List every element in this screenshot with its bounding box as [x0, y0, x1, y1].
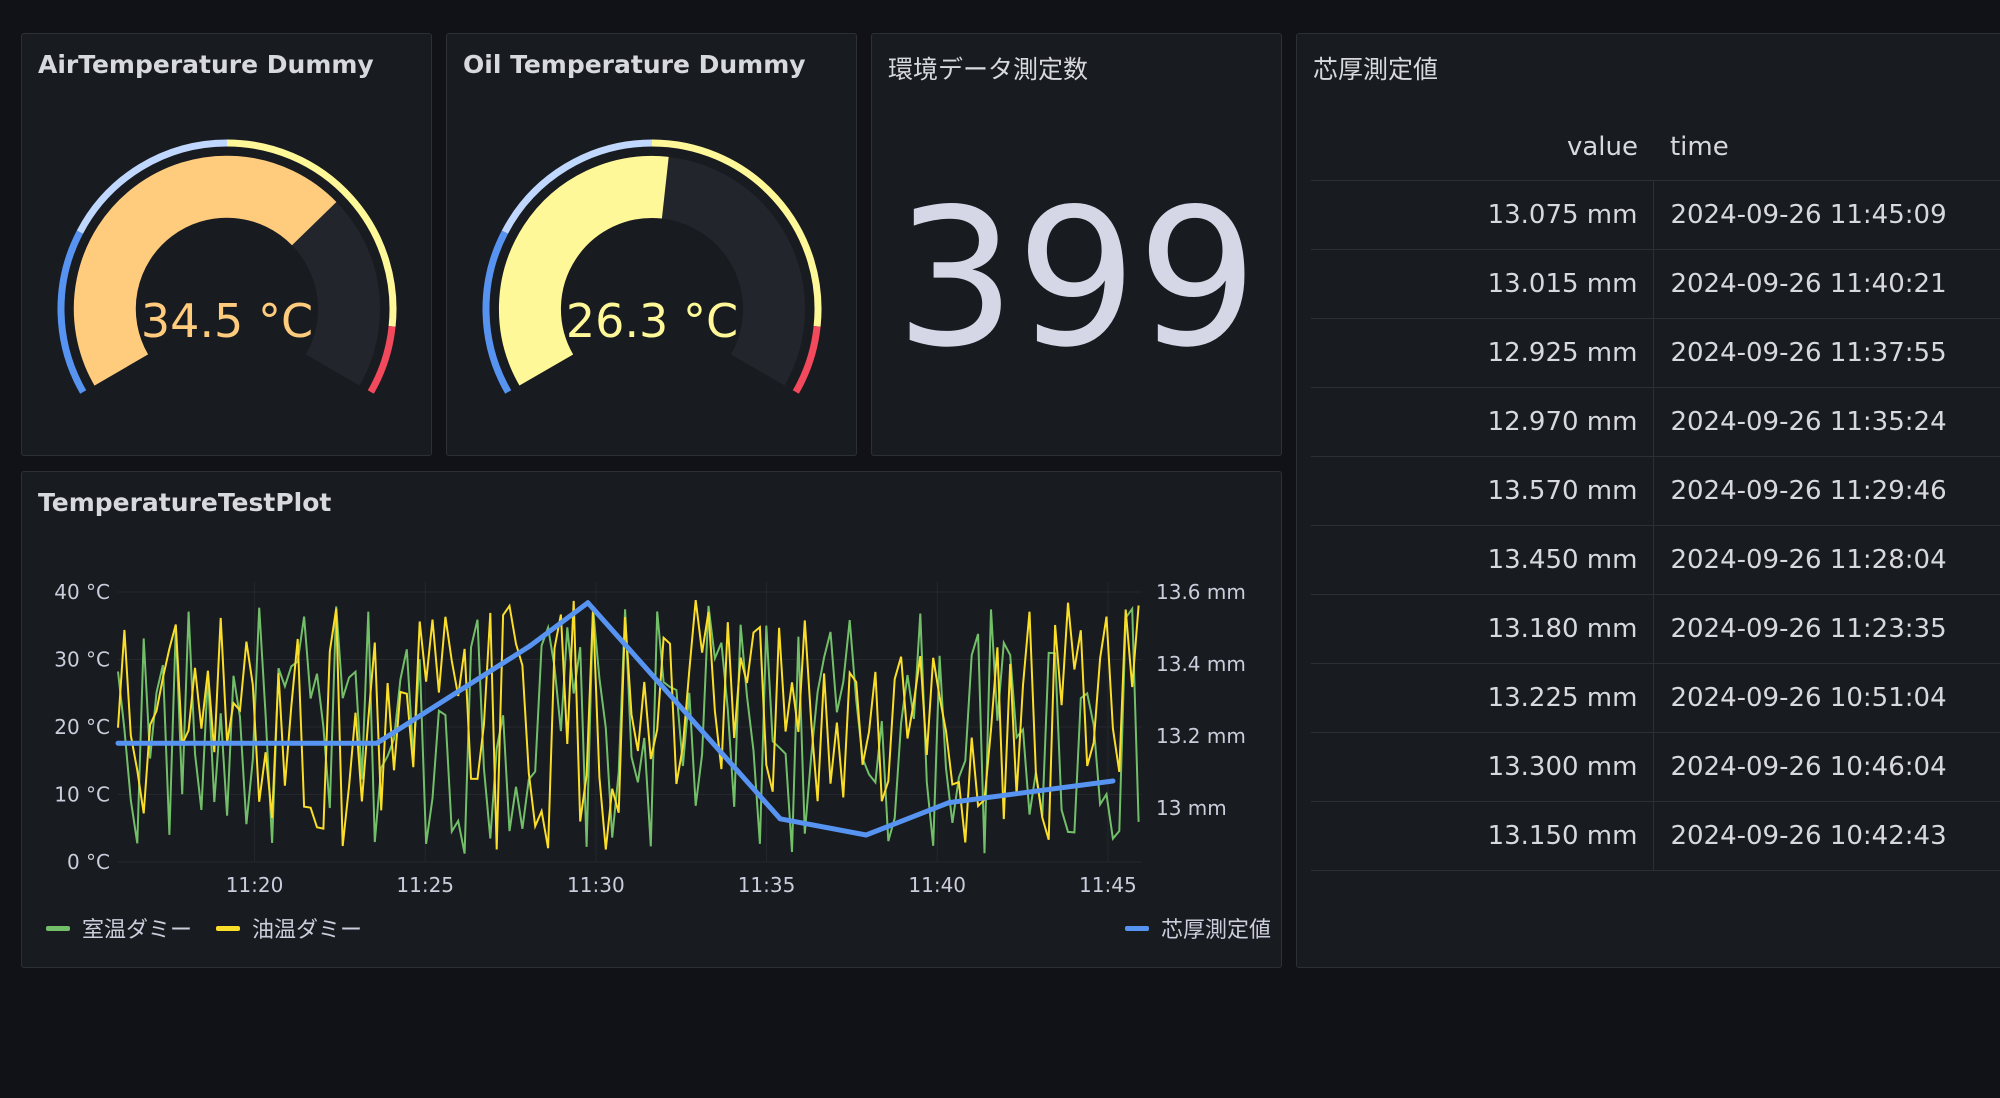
- cell-value: 13.075 mm: [1311, 180, 1655, 250]
- x-tick-label: 11:30: [567, 873, 625, 897]
- gauge-value-text: 34.5 °C: [141, 294, 313, 348]
- y-right-tick-label: 13.6 mm: [1156, 580, 1246, 604]
- cell-time: 2024-09-26 11:23:35: [1653, 594, 2000, 664]
- x-tick-label: 11:35: [738, 873, 796, 897]
- column-header-time[interactable]: time: [1653, 114, 2000, 181]
- cell-value: 13.300 mm: [1311, 732, 1655, 802]
- oil-temperature-gauge: 26.3 °C: [482, 139, 822, 394]
- legend-left: 室温ダミー 油温ダミー: [46, 912, 386, 944]
- y-left-tick-label: 20 °C: [54, 715, 110, 739]
- cell-value: 13.450 mm: [1311, 525, 1655, 595]
- cell-value: 13.225 mm: [1311, 663, 1655, 733]
- y-left-tick-label: 30 °C: [54, 648, 110, 672]
- series-point-core-thickness: [527, 643, 533, 649]
- oil-temperature-panel[interactable]: Oil Temperature Dummy 26.3 °C: [446, 33, 857, 456]
- table-row[interactable]: 13.225 mm 2024-09-26 10:51:04: [1311, 663, 2000, 733]
- column-header-value[interactable]: value: [1311, 114, 1654, 181]
- series-point-core-thickness: [374, 740, 380, 746]
- legend-item-room-temp[interactable]: 室温ダミー: [46, 912, 192, 944]
- table-row[interactable]: 13.300 mm 2024-09-26 10:46:04: [1311, 732, 2000, 802]
- cell-time: 2024-09-26 11:28:04: [1653, 525, 2000, 595]
- legend-right: 芯厚測定値: [1124, 912, 1271, 944]
- cell-time: 2024-09-26 10:51:04: [1653, 663, 2000, 733]
- series-point-core-thickness: [585, 600, 591, 606]
- series-point-core-thickness: [1110, 778, 1116, 784]
- cell-value: 13.180 mm: [1311, 594, 1655, 664]
- data-table: value time 13.075 mm 2024-09-26 11:45:09 1…: [1311, 114, 2000, 871]
- cell-time: 2024-09-26 11:37:55: [1653, 318, 2000, 388]
- x-tick-label: 11:45: [1079, 873, 1137, 897]
- cell-time: 2024-09-26 11:35:24: [1653, 387, 2000, 457]
- table-row[interactable]: 12.970 mm 2024-09-26 11:35:24: [1311, 387, 2000, 457]
- x-tick-label: 11:20: [226, 873, 284, 897]
- stat-value: 399: [895, 168, 1258, 389]
- table-row[interactable]: 13.570 mm 2024-09-26 11:29:46: [1311, 456, 2000, 526]
- cell-value: 13.570 mm: [1311, 456, 1655, 526]
- table-row[interactable]: 13.015 mm 2024-09-26 11:40:21: [1311, 249, 2000, 319]
- y-right-tick-label: 13.4 mm: [1156, 652, 1246, 676]
- table-row[interactable]: 13.075 mm 2024-09-26 11:45:09: [1311, 180, 2000, 250]
- gauge-value-text: 26.3 °C: [566, 294, 738, 348]
- cell-value: 13.150 mm: [1311, 801, 1655, 871]
- x-tick-label: 11:25: [396, 873, 454, 897]
- table-row[interactable]: 13.180 mm 2024-09-26 11:23:35: [1311, 594, 2000, 664]
- legend-item-oil-temp[interactable]: 油温ダミー: [216, 912, 362, 944]
- cell-time: 2024-09-26 11:29:46: [1653, 456, 2000, 526]
- series-point-core-thickness: [777, 816, 783, 822]
- cell-value: 13.015 mm: [1311, 249, 1655, 319]
- cell-value: 12.925 mm: [1311, 318, 1655, 388]
- series-point-core-thickness: [946, 800, 952, 806]
- core-thickness-table-panel[interactable]: 芯厚測定値 value time 13.075 mm 2024-09-26 11:…: [1296, 33, 2000, 968]
- table-row[interactable]: 12.925 mm 2024-09-26 11:37:55: [1311, 318, 2000, 388]
- measurement-count-panel[interactable]: 環境データ測定数 399: [871, 33, 1282, 456]
- table-header-row: value time: [1311, 114, 2000, 181]
- legend-item-core-thickness[interactable]: 芯厚測定値: [1124, 912, 1271, 944]
- air-temperature-panel[interactable]: AirTemperature Dummy 34.5 °C: [21, 33, 432, 456]
- y-right-tick-label: 13.2 mm: [1156, 724, 1246, 748]
- cell-value: 12.970 mm: [1311, 387, 1655, 457]
- cell-time: 2024-09-26 11:45:09: [1653, 180, 2000, 250]
- y-left-tick-label: 40 °C: [54, 580, 110, 604]
- x-tick-label: 11:40: [908, 873, 966, 897]
- panel-title: 芯厚測定値: [1313, 55, 1439, 84]
- cell-time: 2024-09-26 10:42:43: [1653, 801, 2000, 871]
- y-left-tick-label: 10 °C: [54, 783, 110, 807]
- table-row[interactable]: 13.150 mm 2024-09-26 10:42:43: [1311, 801, 2000, 871]
- cell-time: 2024-09-26 11:40:21: [1653, 249, 2000, 319]
- series-point-core-thickness: [863, 832, 869, 838]
- cell-time: 2024-09-26 10:46:04: [1653, 732, 2000, 802]
- y-left-tick-label: 0 °C: [67, 850, 110, 874]
- temperature-test-plot-panel[interactable]: TemperatureTestPlot 0 °C 10 °C 20 °C 30 °C 4…: [21, 471, 1282, 968]
- time-series-chart[interactable]: 0 °C 10 °C 20 °C 30 °C 40 °C 13 mm 13.2 mm 13.4…: [22, 472, 1283, 902]
- panel-title: 環境データ測定数: [888, 55, 1089, 84]
- air-temperature-gauge: 34.5 °C: [57, 139, 397, 394]
- series-point-core-thickness: [115, 740, 121, 746]
- table-row[interactable]: 13.450 mm 2024-09-26 11:28:04: [1311, 525, 2000, 595]
- y-right-tick-label: 13 mm: [1156, 796, 1227, 820]
